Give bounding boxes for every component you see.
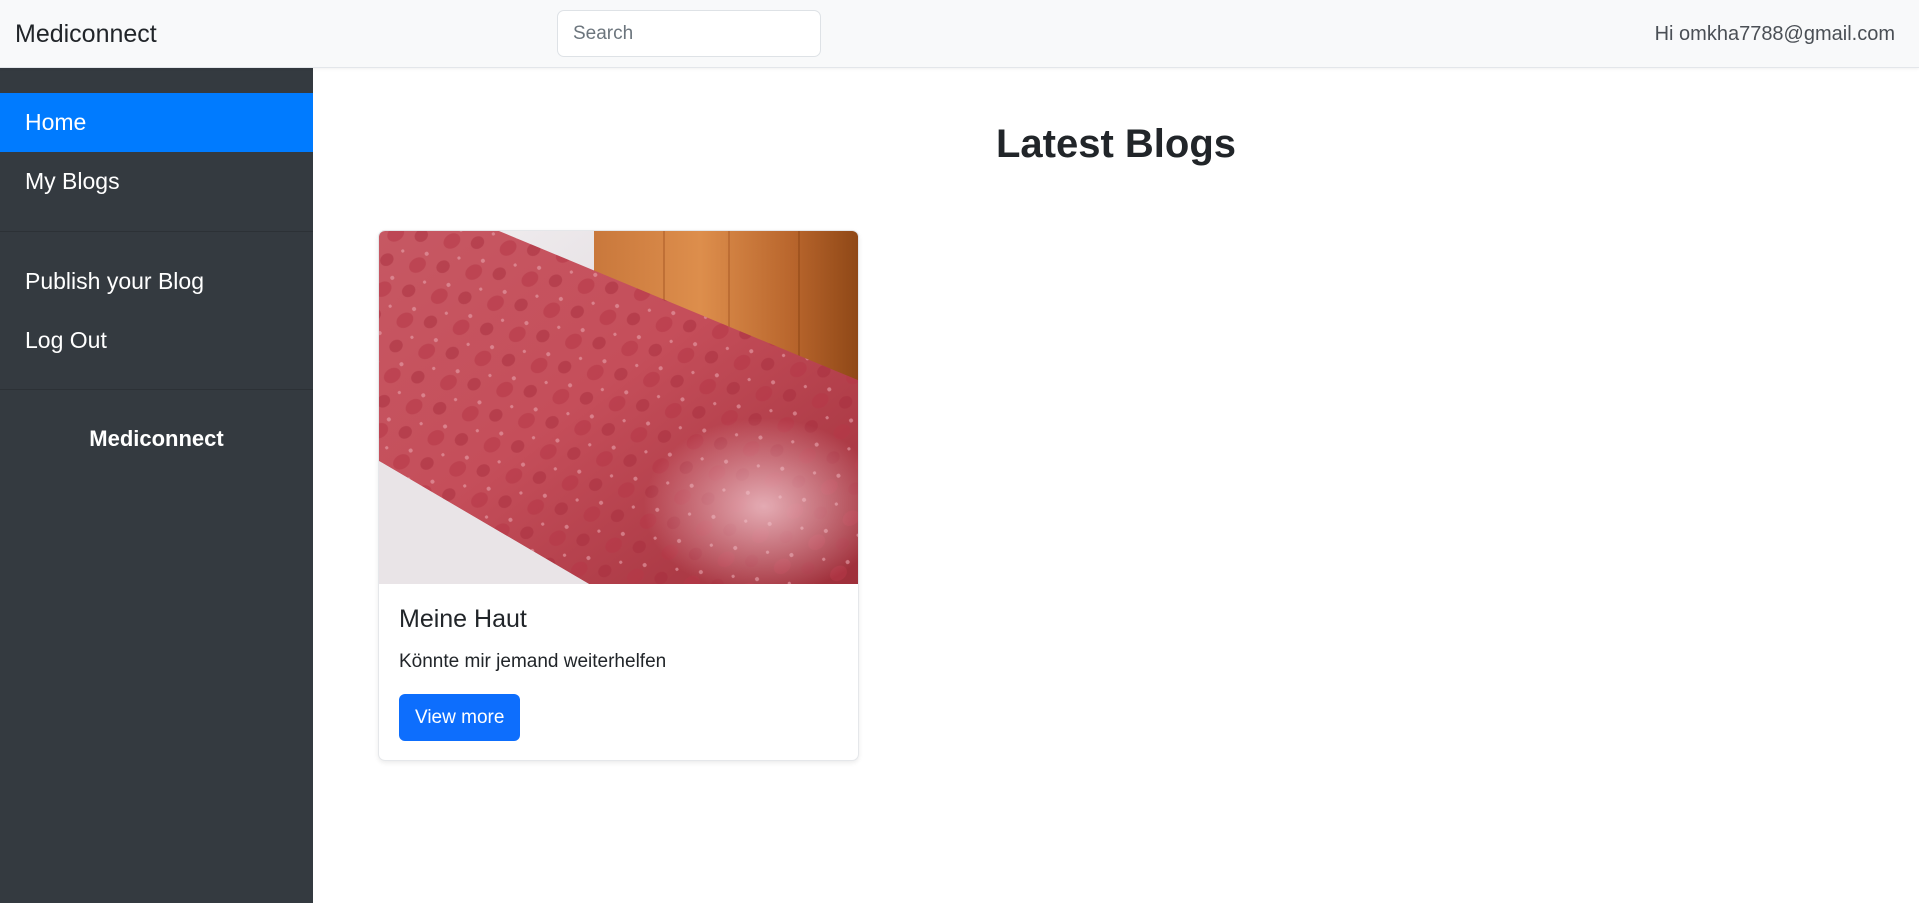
blog-card-text: Könnte mir jemand weiterhelfen <box>399 651 667 672</box>
user-greeting: Hi omkha7788@gmail.com <box>1654 23 1895 45</box>
page-title: Latest Blogs <box>995 122 1237 166</box>
brand-logo[interactable]: Mediconnect <box>15 0 157 68</box>
sidebar-item-log-out[interactable]: Log Out <box>0 311 313 370</box>
blog-card-image <box>379 231 858 584</box>
search-input[interactable] <box>557 10 821 57</box>
sidebar-divider <box>0 389 313 390</box>
view-more-button[interactable]: View more <box>399 694 521 741</box>
sidebar-footer-brand: Mediconnect <box>89 426 224 451</box>
blog-card-title: Meine Haut <box>399 605 527 633</box>
sidebar-item-publish-blog[interactable]: Publish your Blog <box>0 252 313 311</box>
sidebar-item-my-blogs[interactable]: My Blogs <box>0 152 313 211</box>
sidebar-divider <box>0 231 313 232</box>
sidebar: Home My Blogs Publish your Blog Log Out … <box>0 68 313 903</box>
top-navbar: Mediconnect Hi omkha7788@gmail.com <box>0 0 1919 68</box>
sidebar-item-home[interactable]: Home <box>0 93 313 152</box>
blog-card: Meine Haut Könnte mir jemand weiterhelfe… <box>378 230 859 761</box>
